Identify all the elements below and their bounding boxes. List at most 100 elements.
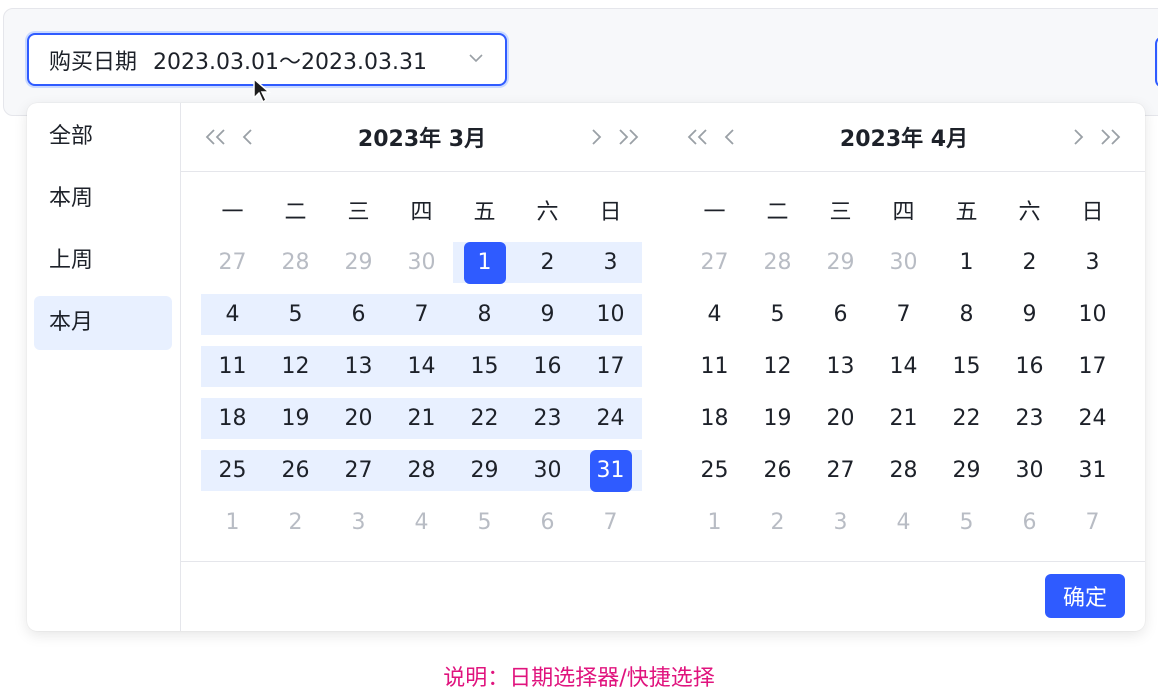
day-cell[interactable]: 4 (201, 294, 264, 346)
day-cell[interactable]: 7 (390, 294, 453, 346)
shortcut-last-week[interactable]: 上周 (34, 234, 172, 288)
day-cell[interactable]: 2 (998, 242, 1061, 294)
day-cell[interactable]: 6 (998, 502, 1061, 554)
day-cell[interactable]: 28 (390, 450, 453, 502)
day-cell[interactable]: 14 (872, 346, 935, 398)
day-cell[interactable]: 23 (516, 398, 579, 450)
day-cell[interactable]: 7 (579, 502, 642, 554)
day-cell[interactable]: 11 (683, 346, 746, 398)
day-cell[interactable]: 20 (809, 398, 872, 450)
day-cell[interactable]: 6 (809, 294, 872, 346)
day-cell[interactable]: 4 (390, 502, 453, 554)
day-cell[interactable]: 25 (201, 450, 264, 502)
day-cell[interactable]: 5 (935, 502, 998, 554)
day-cell[interactable]: 5 (453, 502, 516, 554)
day-cell[interactable]: 30 (998, 450, 1061, 502)
next-year-icon[interactable] (615, 125, 641, 149)
day-cell[interactable]: 21 (872, 398, 935, 450)
day-cell[interactable]: 12 (746, 346, 809, 398)
day-cell[interactable]: 3 (579, 242, 642, 294)
next-year-icon[interactable] (1097, 125, 1123, 149)
day-cell[interactable]: 5 (264, 294, 327, 346)
picker-footer: 确定 (180, 561, 1145, 632)
day-cell[interactable]: 31 (579, 450, 642, 502)
day-cell[interactable]: 13 (327, 346, 390, 398)
day-cell[interactable]: 23 (998, 398, 1061, 450)
day-cell[interactable]: 20 (327, 398, 390, 450)
day-cell[interactable]: 6 (327, 294, 390, 346)
day-cell[interactable]: 13 (809, 346, 872, 398)
day-cell[interactable]: 8 (935, 294, 998, 346)
next-month-icon[interactable] (583, 125, 609, 149)
day-cell[interactable]: 6 (516, 502, 579, 554)
day-cell[interactable]: 7 (872, 294, 935, 346)
shortcut-this-month[interactable]: 本月 (34, 296, 172, 350)
day-cell[interactable]: 3 (327, 502, 390, 554)
shortcut-list: 全部 本周 上周 本月 (27, 103, 181, 631)
shortcut-all[interactable]: 全部 (34, 110, 172, 164)
day-cell[interactable]: 7 (1061, 502, 1124, 554)
day-cell[interactable]: 3 (1061, 242, 1124, 294)
confirm-button[interactable]: 确定 (1045, 574, 1125, 618)
day-cell[interactable]: 14 (390, 346, 453, 398)
day-cell[interactable]: 15 (453, 346, 516, 398)
day-cell[interactable]: 29 (935, 450, 998, 502)
day-cell[interactable]: 16 (516, 346, 579, 398)
day-cell[interactable]: 1 (201, 502, 264, 554)
day-cell[interactable]: 2 (264, 502, 327, 554)
day-cell[interactable]: 11 (201, 346, 264, 398)
day-cell[interactable]: 17 (579, 346, 642, 398)
day-cell[interactable]: 28 (746, 242, 809, 294)
day-cell[interactable]: 5 (746, 294, 809, 346)
day-cell[interactable]: 27 (809, 450, 872, 502)
day-cell[interactable]: 9 (516, 294, 579, 346)
day-cell[interactable]: 29 (453, 450, 516, 502)
day-cell[interactable]: 30 (872, 242, 935, 294)
day-cell[interactable]: 28 (264, 242, 327, 294)
day-cell[interactable]: 30 (516, 450, 579, 502)
day-cell[interactable]: 26 (264, 450, 327, 502)
day-cell[interactable]: 26 (746, 450, 809, 502)
day-cell[interactable]: 27 (201, 242, 264, 294)
day-cell[interactable]: 22 (935, 398, 998, 450)
day-cell[interactable]: 16 (998, 346, 1061, 398)
day-cell[interactable]: 31 (1061, 450, 1124, 502)
day-cell[interactable]: 30 (390, 242, 453, 294)
day-cell[interactable]: 27 (327, 450, 390, 502)
day-cell[interactable]: 18 (683, 398, 746, 450)
day-cell[interactable]: 22 (453, 398, 516, 450)
shortcut-this-week[interactable]: 本周 (34, 172, 172, 226)
day-cell[interactable]: 10 (1061, 294, 1124, 346)
day-cell[interactable]: 19 (264, 398, 327, 450)
next-month-icon[interactable] (1065, 125, 1091, 149)
day-cell[interactable]: 1 (935, 242, 998, 294)
day-cell[interactable]: 17 (1061, 346, 1124, 398)
day-cell[interactable]: 24 (1061, 398, 1124, 450)
day-cell[interactable]: 28 (872, 450, 935, 502)
day-cell[interactable]: 2 (746, 502, 809, 554)
weekday-label: 四 (410, 200, 433, 225)
day-cell[interactable]: 4 (872, 502, 935, 554)
day-cell[interactable]: 25 (683, 450, 746, 502)
day-cell[interactable]: 27 (683, 242, 746, 294)
weekday-label: 日 (1081, 200, 1104, 225)
day-cell[interactable]: 24 (579, 398, 642, 450)
day-cell[interactable]: 2 (516, 242, 579, 294)
day-cell[interactable]: 8 (453, 294, 516, 346)
weekday-label: 三 (347, 200, 370, 225)
day-cell[interactable]: 15 (935, 346, 998, 398)
day-cell[interactable]: 1 (683, 502, 746, 554)
calendar-april: 2023年 4月 一二三四五六日 27 28 29 30 1 2 3 4 5 6 7 8 9 10 11 12… (663, 103, 1145, 561)
day-cell[interactable]: 18 (201, 398, 264, 450)
day-cell[interactable]: 29 (809, 242, 872, 294)
day-cell[interactable]: 29 (327, 242, 390, 294)
day-cell[interactable]: 21 (390, 398, 453, 450)
day-cell[interactable]: 1 (453, 242, 516, 294)
day-cell[interactable]: 12 (264, 346, 327, 398)
day-cell[interactable]: 3 (809, 502, 872, 554)
day-cell[interactable]: 9 (998, 294, 1061, 346)
day-cell[interactable]: 4 (683, 294, 746, 346)
day-cell[interactable]: 19 (746, 398, 809, 450)
chevron-down-icon[interactable] (467, 49, 485, 67)
day-cell[interactable]: 10 (579, 294, 642, 346)
